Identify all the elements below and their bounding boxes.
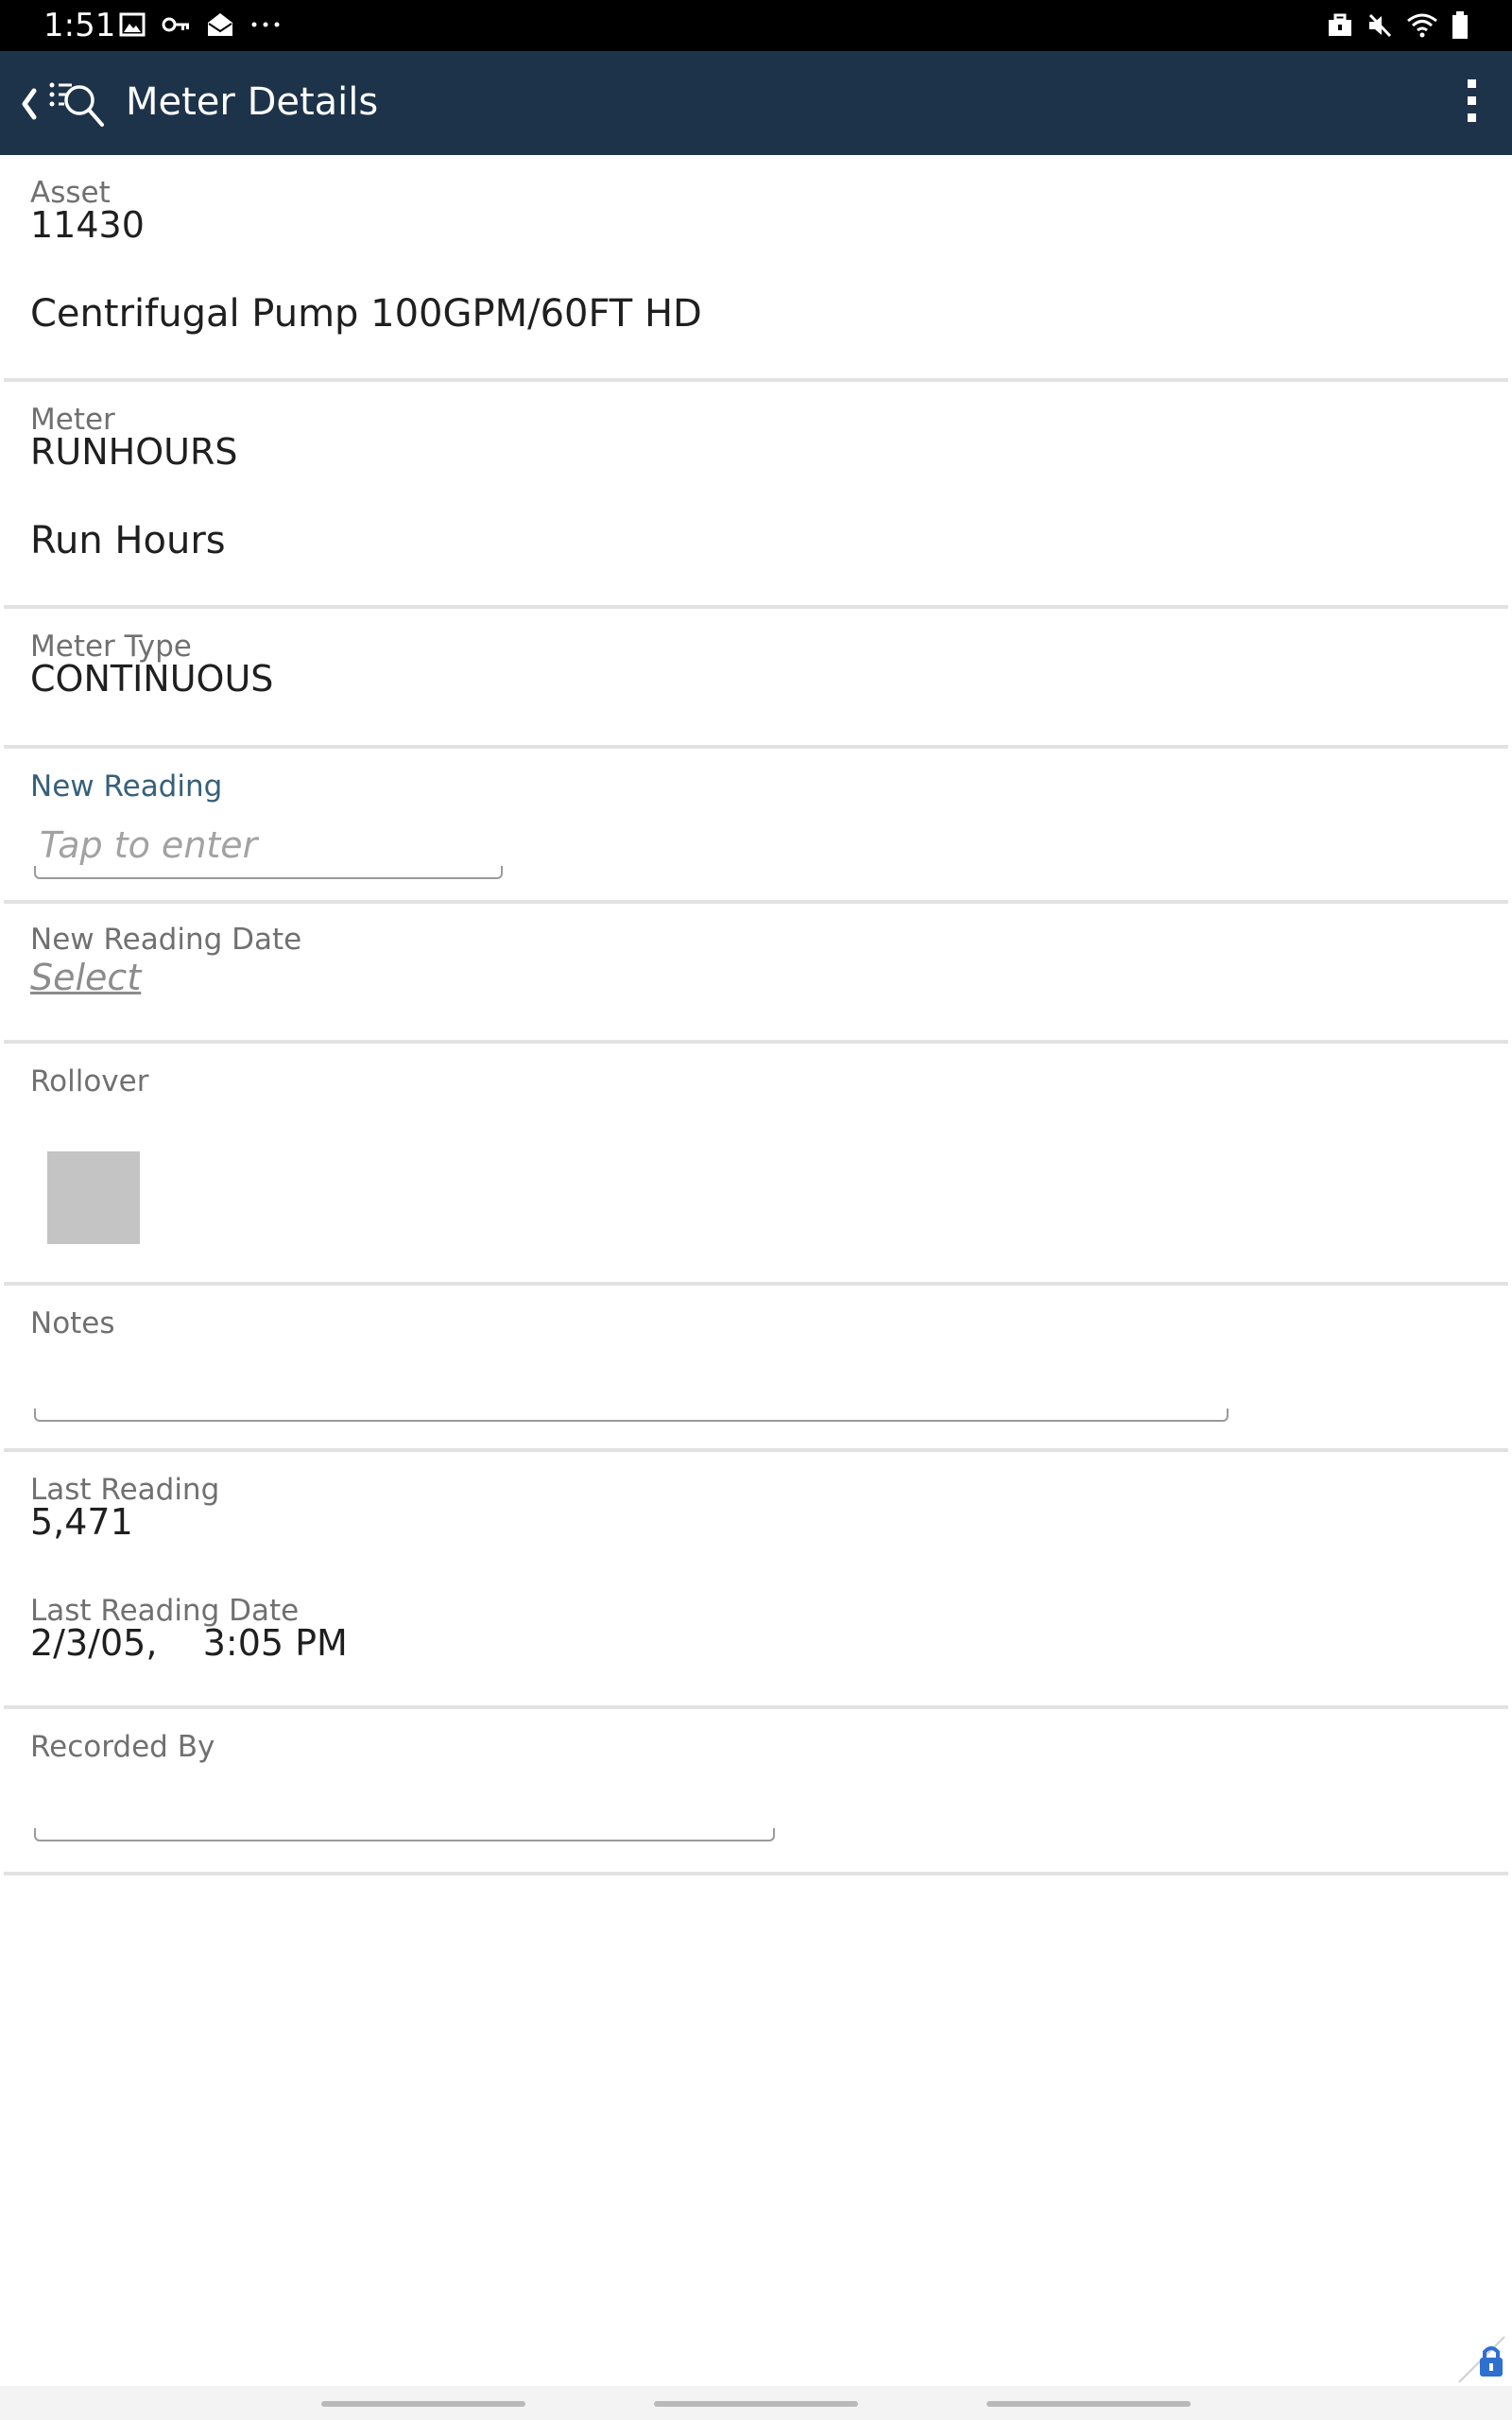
asset-description: Centrifugal Pump 100GPM/60FT HD [30, 292, 702, 336]
overflow-menu-icon[interactable] [1457, 76, 1486, 129]
meter-type-value: CONTINUOUS [30, 658, 274, 700]
briefcase-icon [1329, 13, 1351, 36]
new-reading-date-select[interactable]: Select [30, 957, 141, 998]
notes-label: Notes [30, 1306, 115, 1340]
new-reading-date-label: New Reading Date [30, 923, 302, 957]
page-title: Meter Details [126, 80, 379, 124]
mail-open-icon [208, 13, 232, 36]
new-reading-input[interactable]: Tap to enter [40, 824, 257, 866]
last-reading-value: 5,471 [30, 1501, 133, 1543]
asset-section: Asset 11430 Centrifugal Pump 100GPM/60FT… [4, 155, 1508, 382]
nav-home-button[interactable] [654, 2401, 858, 2407]
notes-input[interactable] [34, 1409, 1228, 1422]
key-icon [162, 17, 189, 32]
status-left-icons [119, 11, 282, 38]
new-reading-underline[interactable] [34, 866, 503, 879]
status-time: 1:51 [43, 7, 116, 44]
new-reading-label: New Reading [30, 769, 223, 804]
new-reading-date-section: New Reading Date Select [4, 904, 1508, 1044]
nav-back-button[interactable] [987, 2401, 1191, 2407]
meter-section: Meter RUNHOURS Run Hours [4, 382, 1508, 609]
recorded-by-input[interactable] [34, 1828, 775, 1841]
rollover-label: Rollover [30, 1064, 149, 1098]
battery-icon [1452, 11, 1468, 39]
system-navigation-bar [0, 2386, 1512, 2420]
last-reading-date-value: 2/3/05, 3:05 PM [30, 1622, 348, 1664]
nav-recents-button[interactable] [321, 2401, 525, 2407]
back-chevron-icon[interactable] [19, 83, 38, 125]
recorded-by-label: Recorded By [30, 1730, 215, 1764]
meter-description: Run Hours [30, 519, 226, 562]
rollover-checkbox[interactable] [47, 1151, 140, 1244]
search-list-icon[interactable] [47, 78, 108, 130]
notes-section: Notes [4, 1286, 1508, 1452]
status-bar: 1:51 [0, 0, 1512, 51]
wifi-icon [1407, 13, 1437, 38]
mute-icon [1368, 13, 1392, 38]
image-icon [119, 12, 146, 37]
asset-value: 11430 [30, 204, 145, 246]
new-reading-section: New Reading Tap to enter [4, 749, 1508, 904]
recorded-by-section: Recorded By [4, 1709, 1508, 1876]
meter-value: RUNHOURS [30, 431, 238, 473]
rollover-section: Rollover [4, 1044, 1508, 1286]
status-right-icons [1327, 11, 1469, 40]
more-dots-icon [251, 22, 280, 27]
app-bar: Meter Details [0, 51, 1512, 155]
last-reading-section: Last Reading 5,471 Last Reading Date 2/3… [4, 1452, 1508, 1709]
meter-type-section: Meter Type CONTINUOUS [4, 609, 1508, 749]
lock-icon [1458, 2336, 1505, 2383]
